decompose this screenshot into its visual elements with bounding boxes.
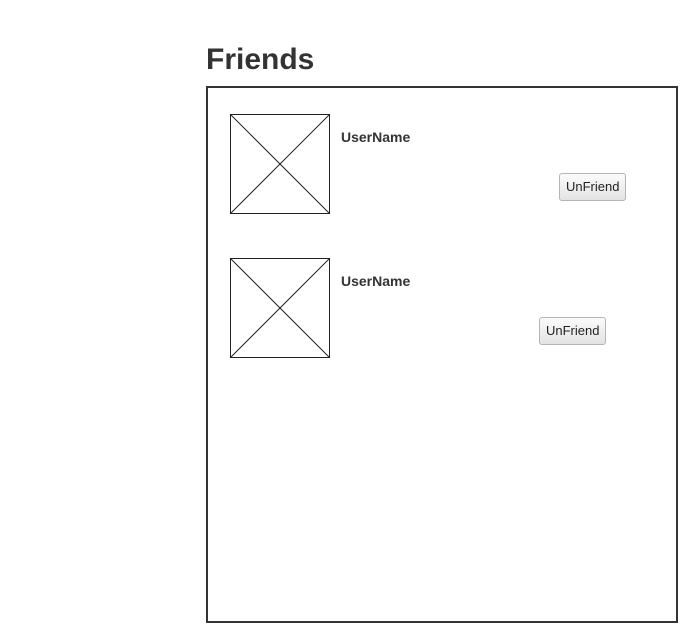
image-placeholder-icon [230,258,330,358]
friend-card: UserName UnFriend [208,258,676,358]
friend-username[interactable]: UserName [341,273,410,289]
unfriend-button[interactable]: UnFriend [559,173,627,201]
friends-list-panel: UserName UnFriend UserName UnFriend [206,86,678,623]
unfriend-button[interactable]: UnFriend [539,317,607,345]
friend-username[interactable]: UserName [341,129,410,145]
image-placeholder-icon [230,114,330,214]
friend-card: UserName UnFriend [208,114,676,214]
page-title: Friends [206,43,315,76]
